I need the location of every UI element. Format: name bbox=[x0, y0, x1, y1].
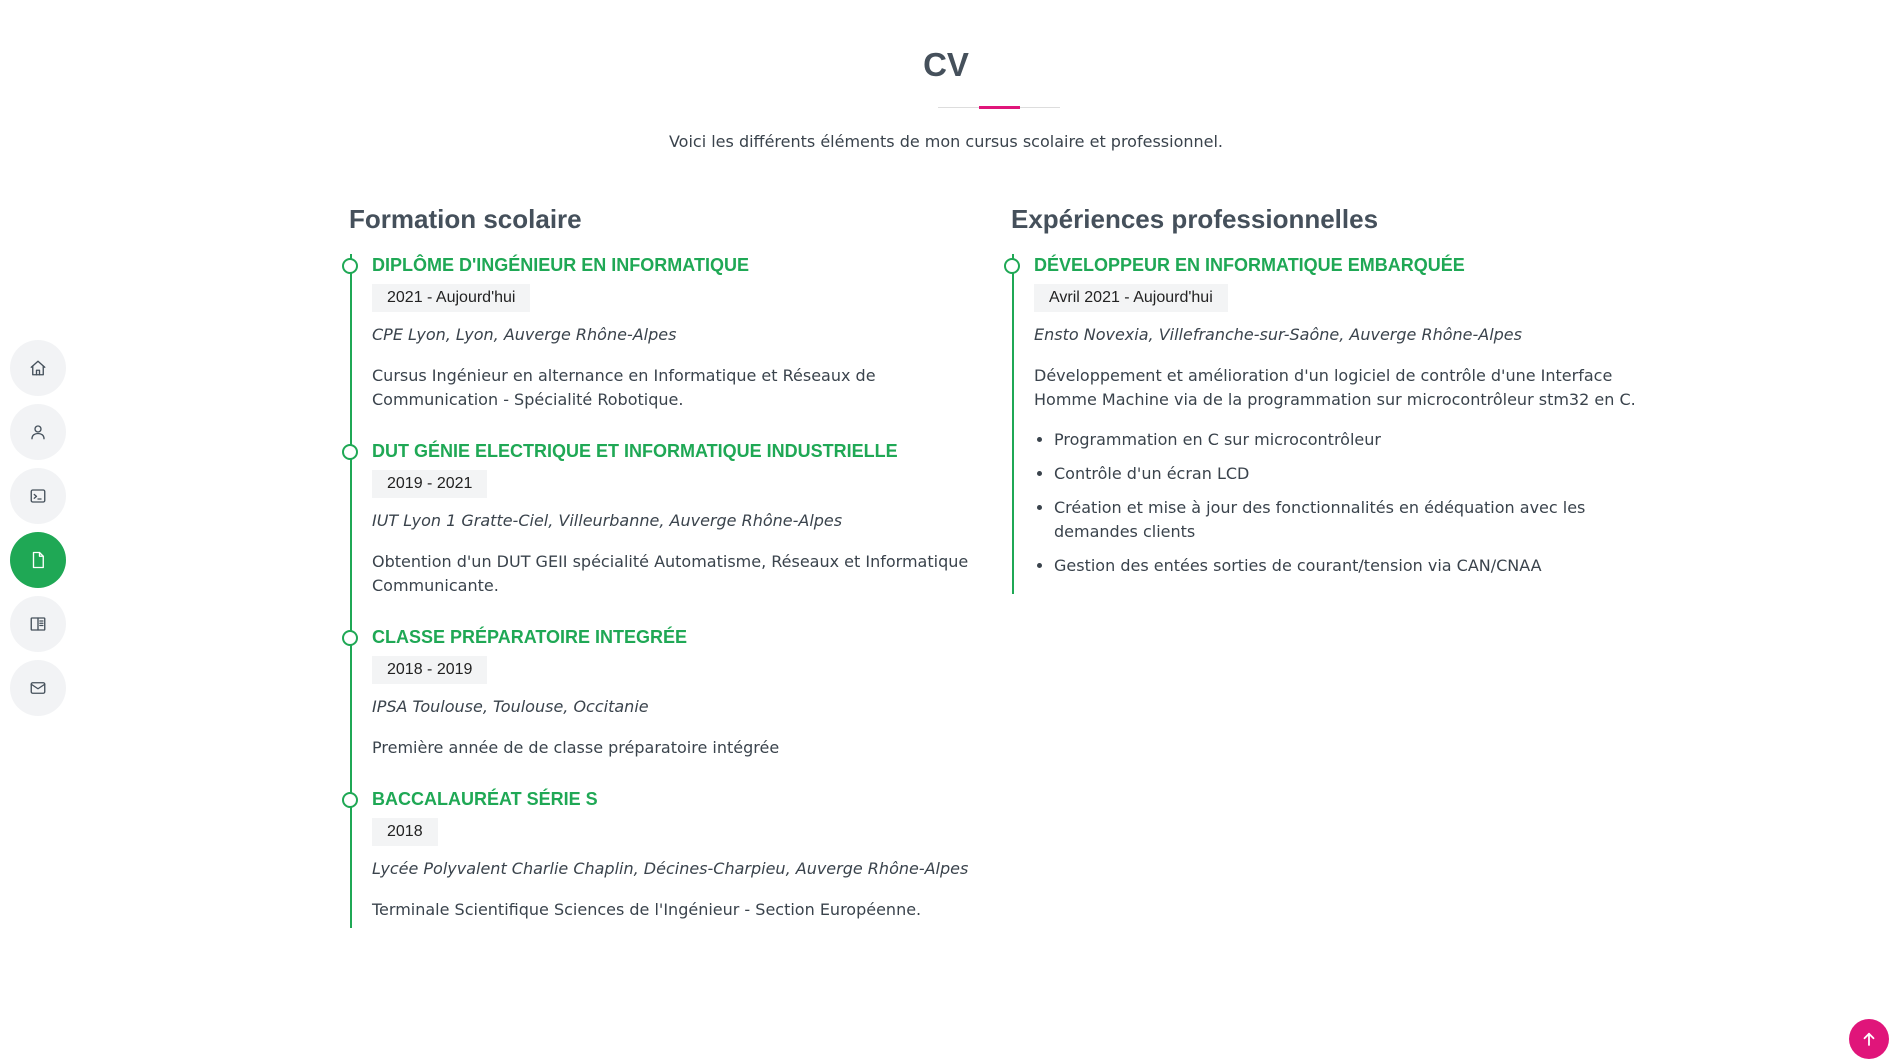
entry-description: Cursus Ingénieur en alternance en Inform… bbox=[372, 366, 876, 409]
experience-heading: Expériences professionnelles bbox=[1011, 204, 1379, 234]
back-to-top-button[interactable] bbox=[1849, 1019, 1889, 1059]
section-subtitle: Voici les différents éléments de mon cur… bbox=[668, 132, 1224, 151]
entry-place: IPSA Toulouse, Toulouse, Occitanie bbox=[372, 697, 649, 716]
education-timeline: DIPLÔME D'INGÉNIEUR EN INFORMATIQUE 2021… bbox=[342, 254, 989, 928]
experience-timeline: DÉVELOPPEUR EN INFORMATIQUE EMBARQUÉE Av… bbox=[1004, 254, 1651, 594]
list-item: Gestion des entées sorties de courant/te… bbox=[1054, 554, 1651, 578]
entry-task-list: Programmation en C sur microcontrôleur C… bbox=[1034, 428, 1651, 578]
entry-description: Obtention d'un DUT GEII spécialité Autom… bbox=[372, 552, 969, 595]
book-icon bbox=[30, 617, 46, 631]
arrow-up-icon bbox=[1863, 1032, 1875, 1046]
entry-date-badge: 2019 - 2021 bbox=[372, 470, 488, 498]
entry-date-badge: 2018 bbox=[372, 818, 438, 846]
entry-description: Première année de de classe préparatoire… bbox=[372, 738, 780, 757]
experience-column: Expériences professionnelles DÉVELOPPEUR… bbox=[1004, 202, 1651, 594]
entry-title: DUT GÉNIE ELECTRIQUE ET INFORMATIQUE IND… bbox=[372, 441, 898, 461]
entry-place: CPE Lyon, Lyon, Auverge Rhône-Alpes bbox=[372, 325, 677, 344]
side-navigation bbox=[10, 340, 66, 724]
entry-date-badge: 2018 - 2019 bbox=[372, 656, 488, 684]
title-accent-bar bbox=[979, 106, 1020, 109]
nav-about-button[interactable] bbox=[10, 404, 66, 460]
nav-cv-button[interactable] bbox=[10, 532, 66, 588]
nav-terminal-button[interactable] bbox=[10, 468, 66, 524]
person-icon bbox=[31, 425, 45, 440]
entry-place: Ensto Novexia, Villefranche-sur-Saône, A… bbox=[1034, 325, 1522, 344]
entry-description: Terminale Scientifique Sciences de l'Ing… bbox=[372, 900, 922, 919]
entry-date-badge: Avril 2021 - Aujourd'hui bbox=[1034, 284, 1228, 312]
entry-title: DIPLÔME D'INGÉNIEUR EN INFORMATIQUE bbox=[372, 255, 749, 275]
nav-portfolio-button[interactable] bbox=[10, 596, 66, 652]
envelope-icon bbox=[30, 682, 46, 694]
list-item: Programmation en C sur microcontrôleur bbox=[1054, 428, 1651, 452]
entry-place: Lycée Polyvalent Charlie Chaplin, Décine… bbox=[372, 859, 969, 878]
section-title: CV bbox=[923, 46, 969, 83]
entry-date-badge: 2021 - Aujourd'hui bbox=[372, 284, 531, 312]
timeline-entry: DUT GÉNIE ELECTRIQUE ET INFORMATIQUE IND… bbox=[342, 440, 989, 626]
list-item: Contrôle d'un écran LCD bbox=[1054, 462, 1651, 486]
file-icon bbox=[32, 551, 44, 569]
timeline-entry: CLASSE PRÉPARATOIRE INTEGRÉE 2018 - 2019… bbox=[342, 626, 989, 788]
timeline-entry: BACCALAURÉAT SÉRIE S 2018 Lycée Polyvale… bbox=[342, 788, 989, 928]
list-item: Création et mise à jour des fonctionnali… bbox=[1054, 496, 1651, 544]
nav-contact-button[interactable] bbox=[10, 660, 66, 716]
house-icon bbox=[30, 360, 46, 376]
entry-description: Développement et amélioration d'un logic… bbox=[1034, 366, 1636, 409]
entry-title: CLASSE PRÉPARATOIRE INTEGRÉE bbox=[372, 627, 688, 647]
timeline-entry: DIPLÔME D'INGÉNIEUR EN INFORMATIQUE 2021… bbox=[342, 254, 989, 440]
education-heading: Formation scolaire bbox=[349, 204, 582, 234]
entry-place: IUT Lyon 1 Gratte-Ciel, Villeurbanne, Au… bbox=[372, 511, 843, 530]
entry-title: BACCALAURÉAT SÉRIE S bbox=[372, 789, 598, 809]
education-column: Formation scolaire DIPLÔME D'INGÉNIEUR E… bbox=[342, 202, 989, 928]
entry-title: DÉVELOPPEUR EN INFORMATIQUE EMBARQUÉE bbox=[1034, 255, 1465, 275]
nav-home-button[interactable] bbox=[10, 340, 66, 396]
timeline-entry: DÉVELOPPEUR EN INFORMATIQUE EMBARQUÉE Av… bbox=[1004, 254, 1651, 594]
terminal-icon bbox=[30, 489, 46, 503]
